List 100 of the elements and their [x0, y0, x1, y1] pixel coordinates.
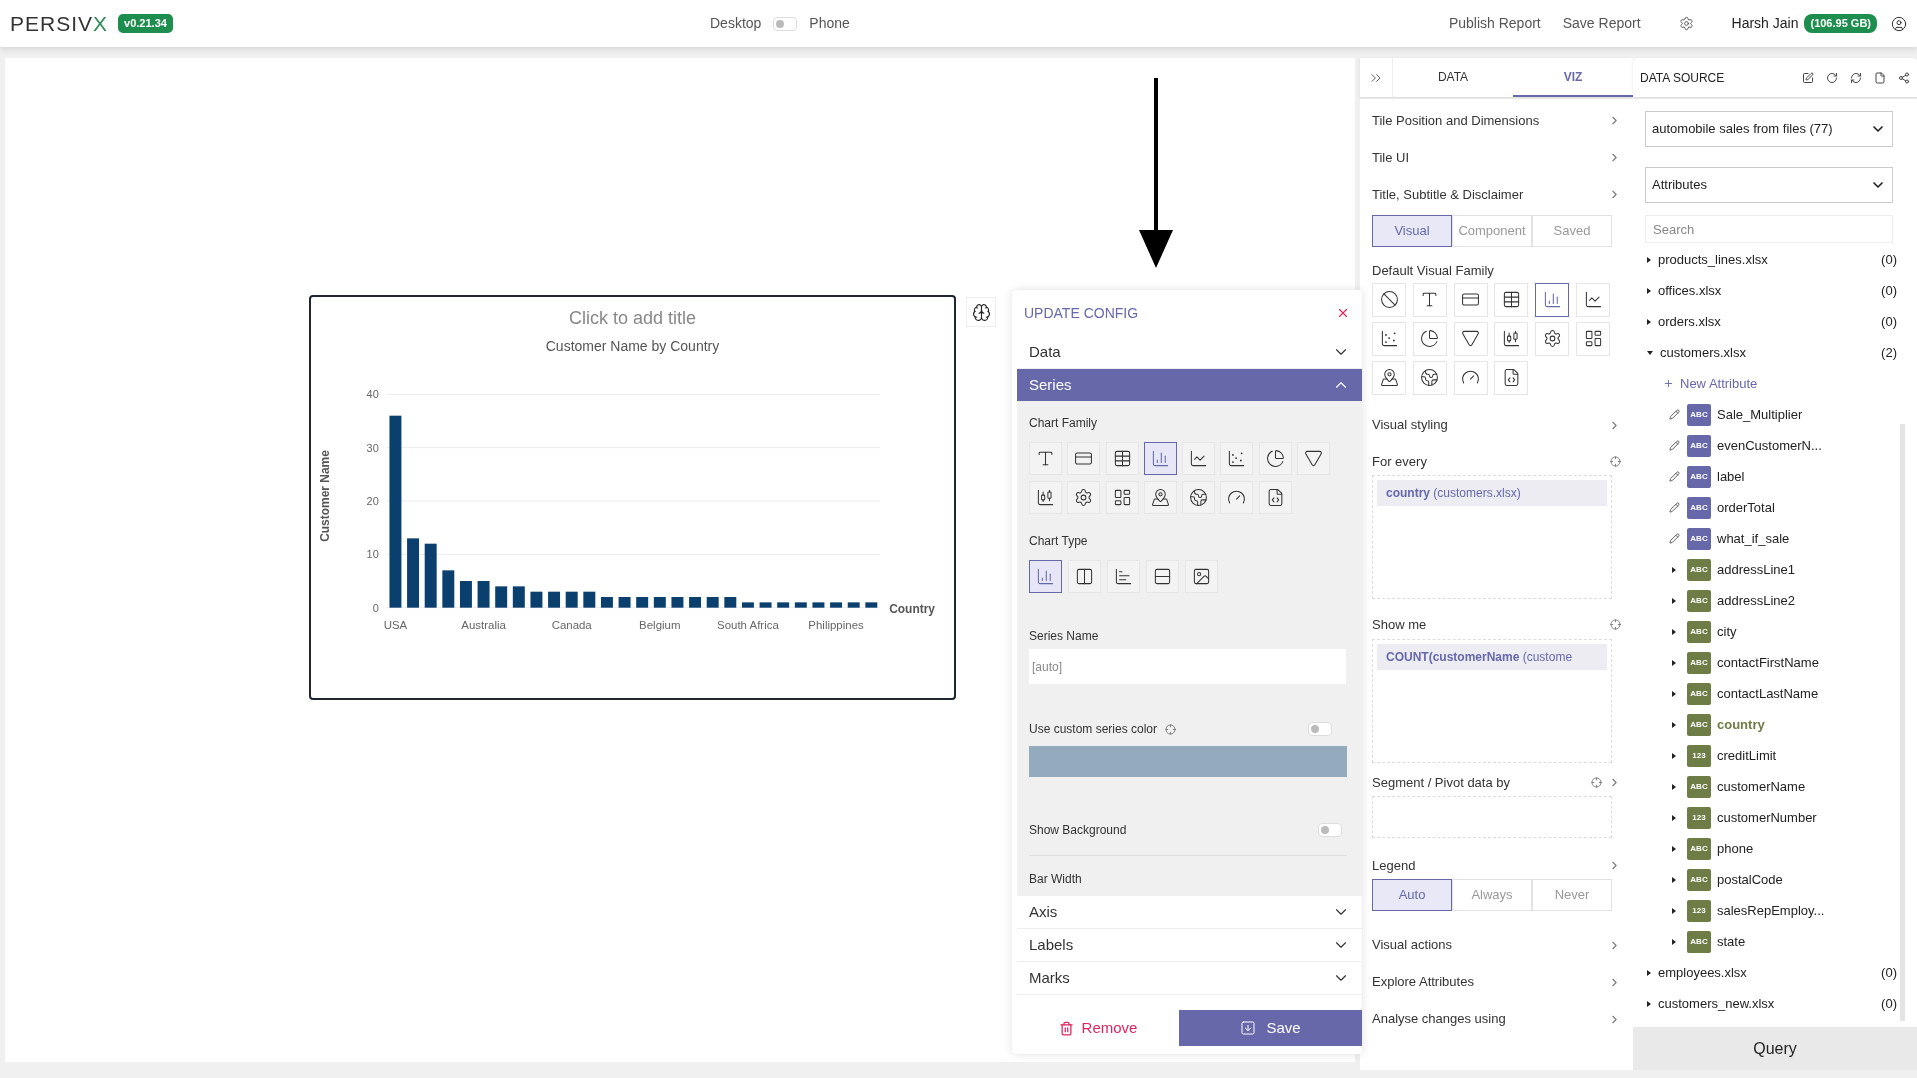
- caret-right-icon[interactable]: [1647, 969, 1651, 976]
- caret-right-icon[interactable]: [1672, 628, 1676, 635]
- settings-row-label[interactable]: Tile UI: [1372, 147, 1410, 168]
- nodes-icon[interactable]: [1898, 71, 1910, 84]
- reload-icon[interactable]: [1826, 71, 1838, 84]
- attribute-name[interactable]: addressLine1: [1717, 559, 1796, 580]
- pencil-icon[interactable]: [1668, 502, 1680, 513]
- query-button[interactable]: Query: [1633, 1027, 1917, 1070]
- caret-right-icon[interactable]: [1672, 907, 1676, 914]
- caret-right-icon[interactable]: [1672, 783, 1676, 790]
- caret-right-icon[interactable]: [1647, 318, 1651, 325]
- pencil-icon[interactable]: [1668, 409, 1680, 420]
- color-swatch[interactable]: [1029, 746, 1347, 777]
- attribute-name[interactable]: country: [1717, 714, 1765, 735]
- close-icon[interactable]: [1336, 306, 1350, 320]
- caret-right-icon[interactable]: [1647, 1000, 1651, 1007]
- settings-row-label[interactable]: Visual actions: [1372, 935, 1452, 955]
- view-toggle[interactable]: [773, 16, 798, 31]
- attribute-name[interactable]: customerNumber: [1717, 807, 1817, 828]
- show-background-toggle[interactable]: [1318, 823, 1342, 837]
- bar: [600, 597, 613, 608]
- attribute-name[interactable]: city: [1717, 621, 1737, 642]
- settings-row-label[interactable]: Analyse changes using: [1372, 1009, 1506, 1029]
- sync-icon[interactable]: [1850, 71, 1862, 84]
- caret-right-icon[interactable]: [1672, 814, 1676, 821]
- caret-right-icon[interactable]: [1672, 597, 1676, 604]
- table-name[interactable]: customers_new.xlsx: [1658, 993, 1775, 1014]
- bar: [618, 597, 631, 608]
- new-attribute-link[interactable]: New Attribute: [1645, 368, 1899, 399]
- table-name[interactable]: orders.xlsx: [1658, 311, 1721, 332]
- ai-button[interactable]: [966, 297, 996, 327]
- caret-right-icon[interactable]: [1672, 566, 1676, 573]
- caret-right-icon[interactable]: [1672, 876, 1676, 883]
- save-button[interactable]: Save: [1179, 1010, 1362, 1046]
- attribute-name[interactable]: addressLine2: [1717, 590, 1796, 611]
- attribute-name[interactable]: label: [1717, 466, 1745, 487]
- drop-zone[interactable]: country (customers.xlsx): [1372, 475, 1612, 599]
- attribute-name[interactable]: creditLimit: [1717, 745, 1777, 766]
- accordion-header[interactable]: Data: [1017, 336, 1362, 369]
- field-chip[interactable]: COUNT(customerName (custome: [1377, 643, 1607, 670]
- attribute-count: (0): [1881, 994, 1898, 1013]
- edit-icon[interactable]: [1802, 71, 1814, 84]
- settings-row-label[interactable]: Title, Subtitle & Disclaimer: [1372, 184, 1524, 205]
- accordion-header[interactable]: Axis: [1017, 896, 1362, 929]
- accordion-header[interactable]: Series: [1017, 369, 1362, 402]
- attribute-name[interactable]: evenCustomerN...: [1717, 435, 1822, 456]
- header-link[interactable]: Publish Report: [1448, 13, 1541, 34]
- user-icon[interactable]: [1891, 15, 1907, 32]
- logo: PERSIVX: [10, 10, 109, 37]
- caret-right-icon[interactable]: [1672, 845, 1676, 852]
- table-name[interactable]: offices.xlsx: [1658, 280, 1722, 301]
- attribute-name[interactable]: salesRepEmploy...: [1717, 900, 1825, 921]
- pencil-icon[interactable]: [1668, 471, 1680, 482]
- data-source-select[interactable]: automobile sales from files (77): [1645, 111, 1893, 147]
- attribute-name[interactable]: state: [1717, 931, 1746, 952]
- view-select[interactable]: Attributes: [1645, 167, 1893, 203]
- pencil-icon[interactable]: [1668, 533, 1680, 544]
- attribute-name[interactable]: postalCode: [1717, 869, 1783, 890]
- caret-right-icon[interactable]: [1672, 659, 1676, 666]
- remove-button[interactable]: Remove: [1017, 1010, 1179, 1046]
- scrollbar[interactable]: [1900, 424, 1905, 1021]
- type-badge: ABC: [1687, 496, 1711, 519]
- table-name[interactable]: products_lines.xlsx: [1658, 249, 1768, 270]
- attribute-name[interactable]: contactLastName: [1717, 683, 1819, 704]
- scatter-chart-icon: [1227, 449, 1247, 468]
- table-name[interactable]: employees.xlsx: [1658, 962, 1747, 983]
- attribute-name[interactable]: customerName: [1717, 776, 1806, 797]
- attribute-name[interactable]: contactFirstName: [1717, 652, 1819, 673]
- caret-down-icon[interactable]: [1647, 350, 1653, 355]
- caret-right-icon[interactable]: [1647, 287, 1651, 294]
- attribute-name[interactable]: phone: [1717, 838, 1754, 859]
- settings-row-label[interactable]: Explore Attributes: [1372, 972, 1474, 992]
- table-name[interactable]: customers.xlsx: [1660, 342, 1746, 363]
- custom-color-toggle[interactable]: [1308, 722, 1332, 736]
- search-field[interactable]: Search: [1645, 215, 1893, 243]
- caret-right-icon[interactable]: [1672, 721, 1676, 728]
- settings-row-label[interactable]: Visual styling: [1372, 415, 1448, 435]
- header-link[interactable]: Save Report: [1562, 13, 1641, 34]
- caret-right-icon[interactable]: [1672, 690, 1676, 697]
- settings-row-label[interactable]: Tile Position and Dimensions: [1372, 110, 1540, 131]
- accordion-header[interactable]: Labels: [1017, 929, 1362, 962]
- settings-icon[interactable]: [1678, 16, 1694, 31]
- caret-right-icon[interactable]: [1647, 256, 1651, 263]
- series-name-field[interactable]: [auto]: [1029, 649, 1346, 684]
- field-chip[interactable]: country (customers.xlsx): [1377, 480, 1607, 506]
- caret-right-icon[interactable]: [1672, 752, 1676, 759]
- accordion-header[interactable]: Marks: [1017, 962, 1362, 995]
- chart-card[interactable]: Click to add title Customer Name by Country 0 10 20 30 40 USA Australia Canada Belgium South Africa Philippines Country Customer Name: [309, 295, 956, 700]
- panel-tab[interactable]: DATA: [1393, 58, 1513, 97]
- attribute-name[interactable]: Sale_Multiplier: [1717, 404, 1803, 425]
- chart-title[interactable]: Click to add title: [568, 305, 697, 332]
- pencil-icon[interactable]: [1668, 440, 1680, 451]
- attribute-name[interactable]: orderTotal: [1717, 497, 1775, 518]
- type-badge: ABC: [1687, 682, 1711, 705]
- mode-tab[interactable]: Visual: [1372, 215, 1452, 247]
- attribute-name[interactable]: what_if_sale: [1717, 528, 1790, 549]
- file-icon[interactable]: [1874, 71, 1886, 84]
- legend-option[interactable]: Auto: [1372, 878, 1452, 911]
- caret-right-icon[interactable]: [1672, 938, 1676, 945]
- drop-zone[interactable]: COUNT(customerName (custome: [1372, 638, 1612, 763]
